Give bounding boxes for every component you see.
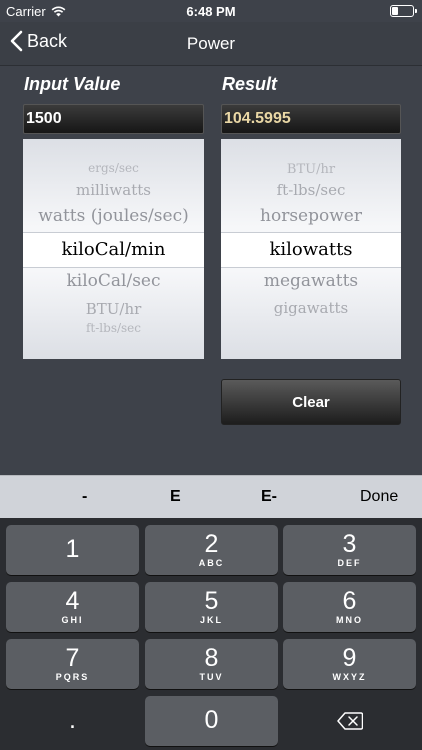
result-field: 104.5995: [221, 104, 401, 134]
picker-item[interactable]: gigawatts: [221, 299, 401, 317]
key-digit: 5: [204, 587, 219, 615]
picker-item[interactable]: ft-lbs/sec: [23, 321, 204, 335]
key-1[interactable]: 1: [6, 525, 139, 575]
key-letters: MNO: [336, 615, 363, 625]
key-digit: 2: [204, 530, 219, 558]
exponent-button[interactable]: E: [170, 488, 181, 506]
numeric-keypad: 1 2 ABC 3 DEF 4 GHI 5 JKL 6 MNO 7 PQRS 8…: [0, 518, 422, 750]
key-digit: 0: [204, 706, 219, 734]
key-2[interactable]: 2 ABC: [145, 525, 278, 575]
key-letters: JKL: [199, 615, 223, 625]
key-letters: WXYZ: [332, 672, 367, 682]
picker-item[interactable]: milliwatts: [23, 181, 204, 199]
key-letters: GHI: [61, 615, 84, 625]
key-digit: 8: [204, 644, 219, 672]
key-digit: 7: [65, 644, 80, 672]
picker-item[interactable]: BTU/hr: [221, 162, 401, 177]
input-value-label: Input Value: [24, 74, 121, 94]
picker-item[interactable]: kiloCal/sec: [23, 271, 204, 291]
picker-item[interactable]: ergs/sec: [23, 161, 204, 175]
status-time: 6:48 PM: [186, 4, 236, 19]
key-4[interactable]: 4 GHI: [6, 582, 139, 632]
picker-item[interactable]: megawatts: [221, 271, 401, 291]
picker-item[interactable]: horsepower: [221, 206, 401, 226]
exponent-minus-button[interactable]: E-: [261, 488, 277, 506]
picker-item-selected[interactable]: kiloCal/min: [23, 239, 204, 260]
key-letters: PQRS: [55, 672, 90, 682]
key-digit: 3: [342, 530, 357, 558]
key-5[interactable]: 5 JKL: [145, 582, 278, 632]
key-digit: 1: [65, 535, 80, 563]
backspace-key[interactable]: [283, 696, 416, 746]
status-bar: Carrier 6:48 PM: [0, 0, 422, 22]
key-3[interactable]: 3 DEF: [283, 525, 416, 575]
key-digit: 4: [65, 587, 80, 615]
key-0[interactable]: 0: [145, 696, 278, 746]
key-letters: ABC: [198, 558, 225, 568]
key-letters: DEF: [337, 558, 362, 568]
picker-item[interactable]: BTU/hr: [23, 300, 204, 318]
key-decimal-point[interactable]: .: [6, 696, 139, 746]
backspace-icon: [336, 712, 363, 730]
key-letters: TUV: [199, 672, 224, 682]
key-7[interactable]: 7 PQRS: [6, 639, 139, 689]
result-label: Result: [222, 74, 278, 94]
input-value-text: 1500: [26, 110, 62, 127]
picker-item[interactable]: watts (joules/sec): [23, 206, 204, 226]
key-8[interactable]: 8 TUV: [145, 639, 278, 689]
key-9[interactable]: 9 WXYZ: [283, 639, 416, 689]
battery-icon: [390, 5, 417, 17]
picker-item[interactable]: ft-lbs/sec: [221, 181, 401, 199]
key-6[interactable]: 6 MNO: [283, 582, 416, 632]
key-digit: .: [69, 706, 76, 734]
done-button[interactable]: Done: [360, 488, 398, 506]
key-digit: 6: [342, 587, 357, 615]
minus-button[interactable]: -: [82, 488, 87, 506]
input-unit-picker[interactable]: ergs/sec milliwatts watts (joules/sec) k…: [23, 139, 204, 359]
keyboard-accessory-bar: - E E- Done: [0, 475, 422, 518]
picker-item-selected[interactable]: kilowatts: [221, 239, 401, 260]
navigation-bar: Back Power: [0, 22, 422, 66]
result-value-text: 104.5995: [224, 110, 291, 127]
page-title: Power: [186, 34, 236, 53]
input-value-field[interactable]: 1500: [23, 104, 204, 134]
clear-button[interactable]: Clear: [221, 379, 401, 425]
key-digit: 9: [342, 644, 357, 672]
result-unit-picker[interactable]: BTU/hr ft-lbs/sec horsepower kilowatts m…: [221, 139, 401, 359]
